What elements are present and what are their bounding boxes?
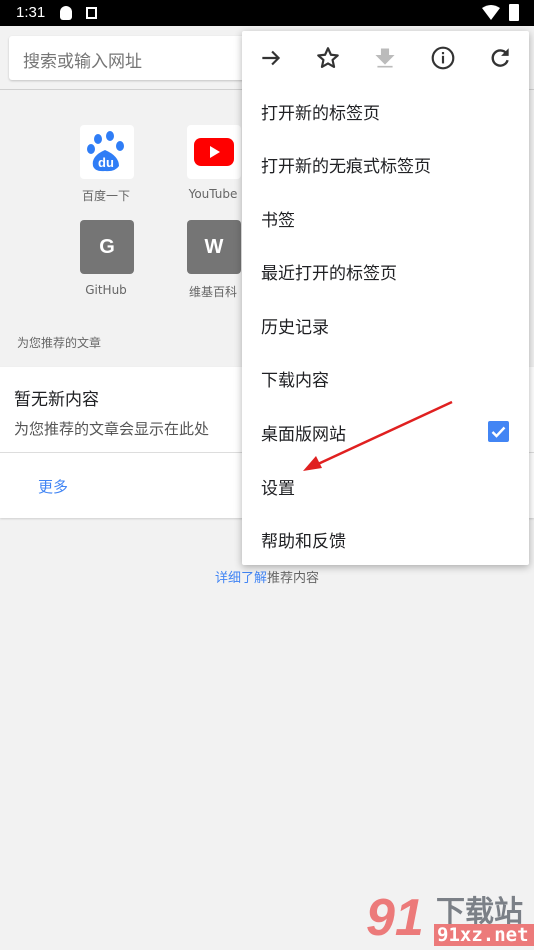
info-icon[interactable] bbox=[430, 45, 456, 71]
shortcut-youtube[interactable]: YouTube bbox=[173, 125, 253, 201]
watermark-logo: 91 下载站 91xz.net bbox=[366, 890, 534, 948]
shortcut-label: 百度一下 bbox=[81, 189, 130, 203]
refresh-icon[interactable] bbox=[487, 45, 513, 71]
shortcut-label: GitHub bbox=[85, 283, 127, 297]
baidu-icon: du bbox=[80, 125, 134, 179]
download-icon[interactable] bbox=[372, 45, 398, 71]
status-bar: 1:31 bbox=[0, 0, 534, 26]
shortcut-github[interactable]: G GitHub bbox=[66, 220, 146, 297]
status-time: 1:31 bbox=[16, 4, 46, 21]
menu-item-help-feedback[interactable]: 帮助和反馈 bbox=[261, 527, 346, 552]
wifi-icon bbox=[482, 5, 500, 20]
shortcut-label: YouTube bbox=[188, 187, 238, 201]
menu-item-new-tab[interactable]: 打开新的标签页 bbox=[261, 99, 380, 124]
feed-title: 暂无新内容 bbox=[14, 390, 99, 410]
shortcut-label: 维基百科 bbox=[188, 285, 237, 299]
learn-more-link[interactable]: 详细了解 bbox=[215, 571, 267, 586]
battery-icon bbox=[509, 4, 519, 21]
menu-item-history[interactable]: 历史记录 bbox=[261, 313, 329, 338]
menu-item-recent-tabs[interactable]: 最近打开的标签页 bbox=[261, 259, 397, 284]
more-button[interactable]: 更多 bbox=[38, 476, 68, 497]
learn-more: 详细了解推荐内容 bbox=[0, 567, 534, 586]
letter-icon: W bbox=[187, 220, 241, 274]
shortcut-baidu[interactable]: du 百度一下 bbox=[66, 125, 146, 204]
overflow-menu: 打开新的标签页 打开新的无痕式标签页 书签 最近打开的标签页 历史记录 下载内容… bbox=[242, 31, 529, 565]
star-icon[interactable] bbox=[315, 45, 341, 71]
forward-icon[interactable] bbox=[258, 45, 284, 71]
menu-item-settings[interactable]: 设置 bbox=[261, 474, 295, 499]
section-label: 为您推荐的文章 bbox=[17, 336, 102, 350]
shortcut-wikipedia[interactable]: W 维基百科 bbox=[173, 220, 253, 300]
desktop-site-checkbox[interactable] bbox=[488, 421, 509, 442]
menu-item-desktop-site[interactable]: 桌面版网站 bbox=[261, 420, 346, 445]
keyboard-icon bbox=[86, 7, 97, 19]
qq-icon bbox=[60, 6, 72, 20]
learn-more-text: 推荐内容 bbox=[267, 571, 320, 586]
feed-subtitle: 为您推荐的文章会显示在此处 bbox=[14, 420, 210, 438]
letter-icon: G bbox=[80, 220, 134, 274]
menu-item-downloads[interactable]: 下载内容 bbox=[261, 366, 329, 391]
svg-text:du: du bbox=[98, 155, 114, 170]
youtube-icon bbox=[187, 125, 241, 179]
menu-item-new-incognito-tab[interactable]: 打开新的无痕式标签页 bbox=[261, 152, 431, 177]
menu-item-bookmarks[interactable]: 书签 bbox=[261, 206, 295, 231]
